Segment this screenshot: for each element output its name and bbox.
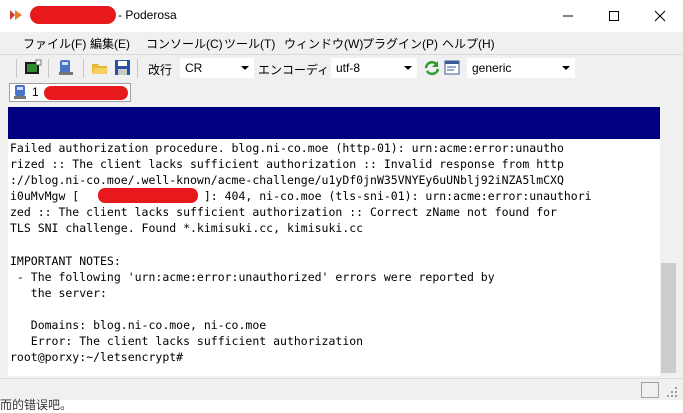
menu-plugins[interactable]: プラグイン(P) <box>362 35 438 52</box>
redacted-tab-segment <box>44 86 128 100</box>
terminal-line: Domains: blog.ni-co.moe, ni-co.moe <box>10 318 267 333</box>
chevron-down-icon <box>562 66 570 70</box>
menu-bar: ファイル(F) 編集(E) コンソール(C) ツール(T) ウィンドウ(W) プ… <box>0 32 683 54</box>
encoding-select-value: utf-8 <box>336 61 361 75</box>
poderosa-window: - Poderosa ファイル(F) 編集(E) コンソール(C) ツール(T)… <box>0 0 683 400</box>
open-folder-icon[interactable] <box>91 59 109 77</box>
menu-tools[interactable]: ツール(T) <box>224 35 275 52</box>
menu-console[interactable]: コンソール(C) <box>146 35 223 52</box>
maximize-icon <box>609 11 619 21</box>
scrollbar-thumb[interactable] <box>661 263 676 373</box>
newline-label: 改行 <box>148 63 173 77</box>
menu-edit[interactable]: 編集(E) <box>90 35 130 52</box>
chevron-down-icon <box>241 66 249 70</box>
toolbar-grip <box>16 59 17 78</box>
window-title: - Poderosa <box>118 8 177 22</box>
menu-file[interactable]: ファイル(F) <box>23 35 86 52</box>
terminal-line: the server: <box>10 285 107 300</box>
terminal-scrollbar[interactable] <box>660 107 677 376</box>
app-icon <box>10 10 22 20</box>
session-tab[interactable]: 1 <box>9 83 131 102</box>
background-page-text: 而的错误吧。 <box>0 398 73 412</box>
new-connection-icon[interactable] <box>24 59 42 77</box>
terminal-line: Error: The client lacks sufficient autho… <box>10 334 364 349</box>
save-icon[interactable] <box>114 59 132 77</box>
newline-select-value: CR <box>185 61 203 75</box>
toolbar-separator <box>137 59 138 78</box>
terminal-line: IMPORTANT NOTES: <box>10 253 121 268</box>
terminal-type-select[interactable]: generic <box>467 58 575 78</box>
terminal-type-select-value: generic <box>472 61 512 75</box>
terminal-scrollback-highlight <box>8 107 660 139</box>
terminal-output: Failed authorization procedure. blog.ni-… <box>10 140 592 365</box>
redacted-terminal-segment <box>98 188 198 203</box>
resize-grip-icon[interactable] <box>664 384 678 398</box>
terminal-settings-icon[interactable] <box>444 59 462 77</box>
terminal-line: Failed authorization procedure. blog.ni-… <box>10 141 564 155</box>
terminal-line: root@porxy:~/letsencrypt# <box>10 350 184 365</box>
newline-select[interactable]: CR <box>180 58 254 78</box>
terminal-line: TLS SNI challenge. Found *.kimisuki.cc, … <box>10 221 364 236</box>
close-icon <box>654 10 666 22</box>
terminal-line: zed :: The client lacks sufficient autho… <box>10 205 557 220</box>
terminal-view[interactable]: Failed authorization procedure. blog.ni-… <box>8 107 660 376</box>
terminal-line: ://blog.ni-co.moe/.well-known/acme-chall… <box>10 173 564 188</box>
status-bar <box>0 378 683 400</box>
toolbar: 改行 CR エンコーディング utf-8 generic <box>0 55 683 82</box>
session-icon <box>14 85 26 99</box>
encoding-select[interactable]: utf-8 <box>331 58 417 78</box>
toolbar-separator <box>48 59 49 78</box>
terminal-line: - The following 'urn:acme:error:unauthor… <box>10 269 495 284</box>
menu-window[interactable]: ウィンドウ(W) <box>284 35 363 52</box>
session-tab-label: 1 <box>32 85 39 99</box>
close-button[interactable] <box>637 0 683 32</box>
tab-strip: 1 <box>0 82 683 104</box>
menu-help[interactable]: ヘルプ(H) <box>442 35 495 52</box>
refresh-icon[interactable] <box>423 59 441 77</box>
toolbar-separator <box>83 59 84 78</box>
minimize-icon <box>563 15 573 17</box>
status-panel <box>641 382 659 398</box>
title-bar: - Poderosa <box>0 0 683 32</box>
maximize-button[interactable] <box>591 0 637 32</box>
redacted-title-segment <box>30 6 116 24</box>
cygwin-icon[interactable] <box>57 59 75 77</box>
chevron-down-icon <box>404 66 412 70</box>
minimize-button[interactable] <box>545 0 591 32</box>
terminal-line: rized :: The client lacks sufficient aut… <box>10 157 564 172</box>
